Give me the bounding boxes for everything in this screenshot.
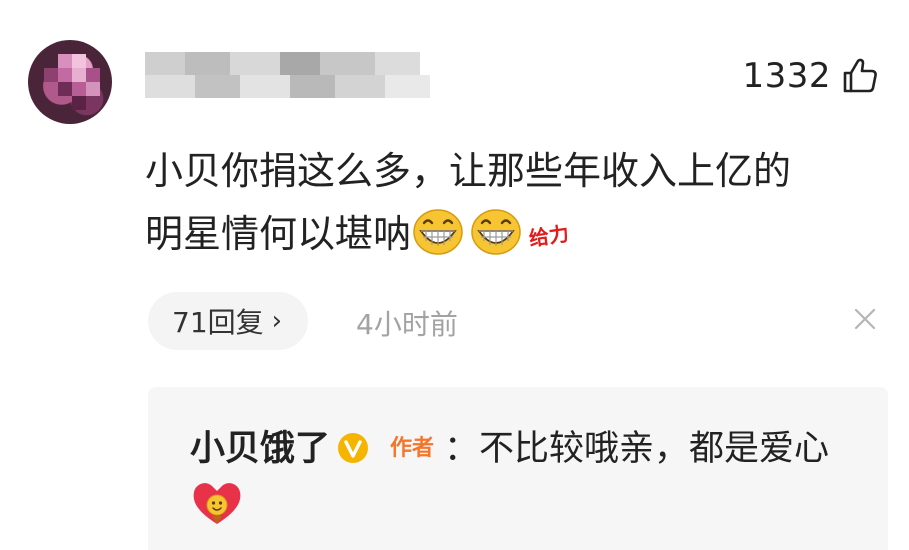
heart-emoji-icon [193,483,241,524]
avatar-pixel [86,82,100,96]
replies-button[interactable]: 71回复 › [148,292,309,350]
avatar-pixel [58,82,72,96]
avatar-pixel [58,68,72,82]
reply-preview[interactable]: 小贝饿了 作者 ：不比较哦亲，都是爱心 [148,387,888,550]
username-blurred[interactable] [145,52,430,98]
blur-block [145,75,195,98]
comment-text-fragment: 明星情何以堪呐 [145,212,412,256]
avatar-pixel [44,68,58,82]
like-button[interactable]: 1332 [742,56,879,96]
blur-block [230,52,280,75]
blur-block [290,75,335,98]
reply-author-name[interactable]: 小贝饿了 [190,429,330,469]
blur-block [240,75,290,98]
avatar-pixel [86,68,100,82]
reply-count-label: 71回复 [172,306,264,339]
geili-sticker: 给力 [527,221,571,251]
blur-block [320,52,375,75]
blur-block [195,75,240,98]
verified-v-icon [338,433,369,463]
reply-separator: ： [444,429,480,469]
comment-card: 1332 小贝你捐这么多，让那些年收入上亿的 明星情何以堪呐 给力 71回复 ›… [0,0,909,550]
blur-block [280,52,320,75]
comment-text-line: 小贝你捐这么多，让那些年收入上亿的 [145,149,792,193]
blur-block [145,52,185,75]
avatar-pixel [72,54,86,68]
reply-line: 小贝饿了 作者 ：不比较哦亲，都是爱心 [190,421,850,533]
avatar-pixel [72,68,86,82]
blur-block [375,52,420,75]
avatar-pixel [72,96,86,110]
author-tag: 作者 [390,436,435,461]
close-icon[interactable] [853,307,877,331]
timestamp: 4小时前 [356,308,458,341]
blur-block [185,52,230,75]
blur-block [335,75,385,98]
grin-emoji-icon [471,209,521,255]
like-count: 1332 [742,56,831,96]
chevron-right-icon: › [271,306,283,336]
user-avatar[interactable] [28,40,112,124]
thumbs-up-icon [843,58,877,93]
avatar-pixel [72,82,86,96]
blur-block [385,75,430,98]
comment-body: 小贝你捐这么多，让那些年收入上亿的 明星情何以堪呐 给力 [145,140,885,268]
avatar-pixel [58,54,72,68]
reply-text: 不比较哦亲，都是爱心 [479,429,830,469]
grin-emoji-icon [413,209,463,255]
comment-text-line-2: 明星情何以堪呐 给力 [145,203,885,268]
